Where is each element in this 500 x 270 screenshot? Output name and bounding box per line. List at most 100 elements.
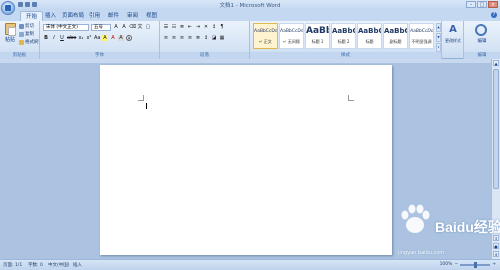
font-color-button[interactable]: A	[110, 35, 116, 41]
align-left-icon[interactable]: ≡	[163, 35, 169, 41]
style-title[interactable]: AaBbC 标题	[357, 23, 382, 49]
align-center-icon[interactable]: ≡	[171, 35, 177, 41]
language-indicator[interactable]: 中文(中国)	[48, 262, 70, 268]
paste-label: 粘贴	[4, 37, 15, 43]
clipboard-group: 粘贴 剪切 复制 格式刷 剪贴板	[0, 21, 40, 59]
watermark-url: jingyan.baidu.com	[398, 250, 445, 256]
margin-mark-top-left	[138, 95, 144, 101]
style-preview: AaBbC	[358, 27, 382, 35]
office-logo-icon	[5, 5, 11, 11]
change-styles-group: A 更改样式	[442, 21, 464, 59]
copy-button[interactable]: 复制	[19, 31, 34, 37]
minimize-button[interactable]: –	[466, 1, 476, 8]
bold-button[interactable]: B	[43, 35, 49, 41]
font-grow-shrink: A A ⌫ 文 ▢	[113, 24, 151, 30]
scissors-icon	[19, 23, 24, 29]
justify-icon[interactable]: ≡	[187, 35, 193, 41]
shrink-font-icon[interactable]: A	[121, 24, 127, 30]
show-marks-icon[interactable]: ¶	[219, 24, 225, 30]
gallery-up-icon[interactable]: ▲	[436, 23, 441, 32]
clear-format-icon[interactable]: ⌫	[129, 24, 136, 30]
paste-button[interactable]: 粘贴	[3, 23, 17, 47]
tab-view[interactable]: 视图	[141, 11, 162, 21]
editing-button-label[interactable]: 编辑	[464, 38, 500, 44]
tab-review[interactable]: 审阅	[122, 11, 143, 21]
word-count[interactable]: 字数: 0	[28, 262, 43, 268]
style-subtitle[interactable]: AaBbC 副标题	[383, 23, 408, 49]
zoom-out-icon[interactable]: −	[454, 262, 458, 267]
chinese-layout-icon[interactable]: ✕	[203, 24, 209, 30]
tab-references[interactable]: 引用	[84, 11, 105, 21]
cut-button[interactable]: 剪切	[19, 23, 34, 29]
superscript-button[interactable]: x²	[86, 35, 92, 41]
zoom-in-icon[interactable]: +	[492, 262, 496, 267]
increase-indent-icon[interactable]: ⇥	[195, 24, 201, 30]
enclose-char-button[interactable]: A	[126, 35, 132, 41]
char-shading-button[interactable]: A	[118, 35, 124, 41]
change-case-button[interactable]: Aa	[94, 35, 100, 41]
subscript-button[interactable]: x₂	[78, 35, 84, 41]
sort-icon[interactable]: ↕	[211, 24, 217, 30]
undo-icon[interactable]	[25, 2, 30, 7]
style-preview: AaBbCcDd	[410, 29, 434, 34]
next-page-icon[interactable]: ⇟	[493, 251, 499, 257]
font-format-row: B I U abe x₂ x² Aa A A A A	[43, 35, 132, 41]
borders-icon[interactable]: ▦	[219, 35, 225, 41]
save-icon[interactable]	[18, 2, 23, 7]
ruler	[0, 59, 500, 63]
find-icon[interactable]	[475, 24, 487, 36]
align-right-icon[interactable]: ≡	[179, 35, 185, 41]
redo-icon[interactable]	[32, 2, 37, 7]
phonetic-guide-icon[interactable]: 文	[137, 24, 143, 30]
bullets-icon[interactable]: ☰	[163, 24, 169, 30]
style-name: 标题 1	[311, 39, 324, 44]
office-button[interactable]	[1, 1, 15, 15]
paragraph-row-2: ≡ ≡ ≡ ≡ ≣ ↕ ◪ ▦	[163, 35, 225, 41]
style-subtle-emphasis[interactable]: AaBbCcDd 不明显强调	[409, 23, 434, 49]
change-styles-label[interactable]: 更改样式	[442, 38, 464, 44]
zoom-knob[interactable]	[474, 261, 478, 268]
style-heading-2[interactable]: AaBbC 标题 2	[331, 23, 356, 49]
strikethrough-button[interactable]: abe	[67, 35, 76, 41]
page-count[interactable]: 页面: 1/1	[3, 262, 22, 268]
document-page[interactable]	[100, 65, 392, 255]
font-name-select[interactable]: 宋体 (中文正文)	[43, 24, 89, 31]
shading-icon[interactable]: ◪	[211, 35, 217, 41]
gallery-down-icon[interactable]: ▼	[436, 33, 441, 42]
format-painter-button[interactable]: 格式刷	[19, 39, 39, 45]
brush-icon	[19, 39, 24, 45]
style-name: ↵ 无间隔	[283, 39, 300, 44]
highlight-button[interactable]: A	[102, 35, 108, 41]
close-button[interactable]: ×	[488, 1, 498, 8]
gallery-more-icon[interactable]: ▾	[436, 43, 441, 52]
watermark-brand: Baidu经验	[435, 219, 500, 235]
style-normal[interactable]: AaBbCcDd ↵ 正文	[253, 23, 278, 49]
italic-button[interactable]: I	[51, 35, 57, 41]
cut-label: 剪切	[25, 24, 34, 29]
styles-group: AaBbCcDd ↵ 正文 AaBbCcDd ↵ 无间隔 AaBb 标题 1 A…	[250, 21, 442, 59]
style-preview: AaBbC	[384, 27, 408, 35]
grow-font-icon[interactable]: A	[113, 24, 119, 30]
scroll-up-icon[interactable]: ▲	[493, 60, 499, 66]
zoom-slider[interactable]	[460, 261, 491, 268]
paragraph-group-label: 段落	[160, 52, 249, 59]
change-styles-icon[interactable]: A	[447, 24, 459, 36]
line-spacing-icon[interactable]: ↕	[203, 35, 209, 41]
maximize-button[interactable]: □	[477, 1, 487, 8]
insert-mode[interactable]: 插入	[73, 262, 82, 268]
distribute-icon[interactable]: ≣	[195, 35, 201, 41]
font-size-select[interactable]: 五号	[91, 24, 111, 31]
decrease-indent-icon[interactable]: ⇤	[187, 24, 193, 30]
underline-button[interactable]: U	[59, 35, 65, 41]
numbering-icon[interactable]: ☷	[171, 24, 177, 30]
help-icon[interactable]: ?	[491, 12, 497, 18]
style-no-spacing[interactable]: AaBbCcDd ↵ 无间隔	[279, 23, 304, 49]
editing-group: 编辑 编辑	[464, 21, 500, 59]
tab-mailings[interactable]: 邮件	[103, 11, 124, 21]
style-heading-1[interactable]: AaBb 标题 1	[305, 23, 330, 49]
multilevel-list-icon[interactable]: ≣	[179, 24, 185, 30]
zoom-level[interactable]: 100%	[440, 262, 453, 267]
style-preview: AaBbCcDd	[280, 29, 304, 34]
scroll-thumb[interactable]	[493, 69, 499, 189]
char-border-icon[interactable]: ▢	[145, 24, 151, 30]
